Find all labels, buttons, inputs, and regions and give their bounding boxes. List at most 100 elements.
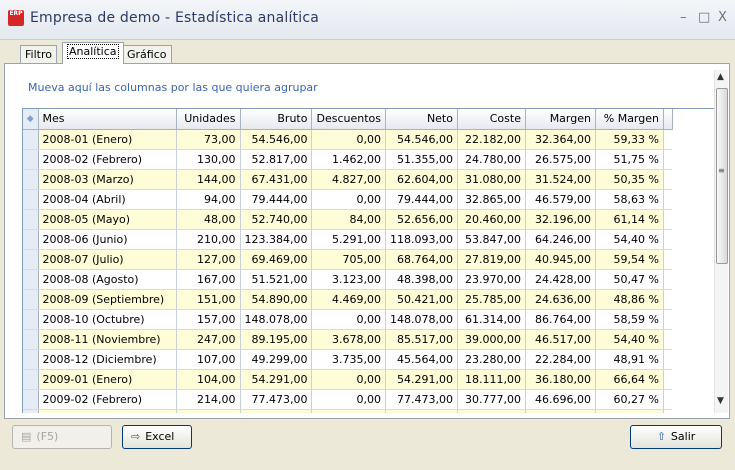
column-header-6[interactable]: Margen — [525, 109, 596, 130]
table-cell-filler — [663, 329, 673, 350]
row-selector[interactable] — [23, 169, 39, 190]
table-cell-filler — [663, 369, 673, 390]
row-selector[interactable] — [23, 369, 39, 390]
table-cell: 24.428,00 — [525, 269, 596, 290]
table-cell: 54,40 % — [595, 329, 664, 350]
column-header-7[interactable]: % Margen — [595, 109, 664, 130]
table-row[interactable]: 2008-09 (Septiembre) 151,00 54.890,00 4.469… — [23, 289, 673, 310]
table-cell: 148.078,00 — [240, 309, 313, 330]
table-cell: 48,91 % — [595, 349, 664, 370]
window-title: Empresa de demo - Estadística analítica — [30, 10, 320, 26]
minimize-icon[interactable]: – — [680, 10, 687, 25]
table-row[interactable]: 2009-01 (Enero) 104,00 54.291,00 0,00 54.291… — [23, 369, 673, 390]
tab-analitica[interactable]: Analítica — [62, 42, 124, 64]
table-row[interactable]: 2008-12 (Diciembre) 107,00 49.299,00 3.735,… — [23, 349, 673, 370]
row-selector[interactable] — [23, 249, 39, 270]
table-cell: 2008-02 (Febrero) — [38, 149, 177, 170]
table-cell: 46.517,00 — [525, 329, 596, 350]
table-cell-filler — [663, 389, 673, 410]
row-selector[interactable] — [23, 269, 39, 290]
row-selector[interactable] — [23, 409, 39, 413]
row-selector[interactable] — [23, 189, 39, 210]
maximize-icon[interactable]: □ — [698, 10, 710, 25]
table-row[interactable]: 2008-08 (Agosto) 167,00 51.521,00 3.123,00 4… — [23, 269, 673, 290]
table-cell: 58,63 % — [595, 189, 664, 210]
table-cell: 61.314,00 — [457, 309, 526, 330]
salir-button[interactable]: ⇧ Salir — [630, 425, 722, 449]
table-row[interactable]: 2008-06 (Junio) 210,00 123.384,00 5.291,00 1… — [23, 229, 673, 250]
table-cell: 54,40 % — [595, 229, 664, 250]
column-header-4[interactable]: Neto — [385, 109, 458, 130]
table-cell: 23.970,00 — [457, 269, 526, 290]
table-cell: 54.546,00 — [385, 129, 458, 150]
table-cell: 28.617,00 — [457, 409, 526, 413]
table-row[interactable]: 2008-02 (Febrero) 130,00 52.817,00 1.462,00… — [23, 149, 673, 170]
row-selector[interactable] — [23, 309, 39, 330]
table-cell: 144,00 — [176, 169, 241, 190]
row-selector[interactable] — [23, 229, 39, 250]
scroll-up-icon[interactable]: ▲ — [717, 72, 724, 82]
app-logo-icon: ERP — [8, 10, 24, 26]
exit-icon: ⇧ — [656, 430, 666, 443]
table-cell: 84,00 — [311, 209, 386, 230]
table-cell: 118.093,00 — [385, 229, 458, 250]
table-cell-filler — [663, 309, 673, 330]
tab-filtro[interactable]: Filtro — [20, 45, 57, 64]
row-selector[interactable] — [23, 389, 39, 410]
row-selector[interactable] — [23, 149, 39, 170]
close-icon[interactable]: X — [718, 10, 727, 25]
table-cell: 4.827,00 — [311, 169, 386, 190]
table-cell: 705,00 — [311, 249, 386, 270]
row-selector[interactable] — [23, 329, 39, 350]
table-row[interactable]: 2008-03 (Marzo) 144,00 67.431,00 4.827,00 62… — [23, 169, 673, 190]
table-cell: 24.780,00 — [457, 149, 526, 170]
table-row[interactable]: 2008-01 (Enero) 73,00 54.546,00 0,00 54.546,… — [23, 129, 673, 150]
vertical-scrollbar[interactable]: ▲ ≡ ▼ — [714, 70, 728, 413]
table-cell: 2008-11 (Noviembre) — [38, 329, 177, 350]
table-row[interactable]: 2009-03 (Marzo)209,0074.753,00651,0074.1… — [23, 409, 673, 413]
row-selector[interactable] — [23, 129, 39, 150]
row-selector[interactable] — [23, 349, 39, 370]
table-cell: 36.180,00 — [525, 369, 596, 390]
table-cell: 107,00 — [176, 349, 241, 370]
scroll-down-icon[interactable]: ▼ — [717, 396, 724, 406]
column-header-3[interactable]: Descuentos — [311, 109, 386, 130]
table-cell: 214,00 — [176, 389, 241, 410]
column-header-1[interactable]: Unidades — [176, 109, 241, 130]
table-row[interactable]: 2008-11 (Noviembre) 247,00 89.195,00 3.678,… — [23, 329, 673, 350]
scroll-thumb[interactable] — [716, 88, 728, 264]
tab-grafico[interactable]: Gráfico — [122, 45, 172, 64]
table-row[interactable]: 2008-04 (Abril) 94,00 79.444,00 0,00 79.444,… — [23, 189, 673, 210]
table-cell: 2008-06 (Junio) — [38, 229, 177, 250]
calculator-icon: ▤ — [21, 430, 32, 443]
table-cell: 2009-01 (Enero) — [38, 369, 177, 390]
table-cell: 77.473,00 — [240, 389, 313, 410]
title-bar: ERP Empresa de demo - Estadística analít… — [0, 0, 735, 40]
status-strip — [0, 452, 735, 468]
table-cell: 52.817,00 — [240, 149, 313, 170]
table-row[interactable]: 2008-10 (Octubre) 157,00 148.078,00 0,00 148… — [23, 309, 673, 330]
table-cell: 209,00 — [176, 409, 241, 413]
table-cell: 104,00 — [176, 369, 241, 390]
table-row[interactable]: 2009-02 (Febrero) 214,00 77.473,00 0,00 77.4… — [23, 389, 673, 410]
row-selector[interactable] — [23, 209, 39, 230]
table-cell: 2008-12 (Diciembre) — [38, 349, 177, 370]
table-cell: 59,33 % — [595, 129, 664, 150]
column-header-2[interactable]: Bruto — [240, 109, 313, 130]
table-row[interactable]: 2008-05 (Mayo) 48,00 52.740,00 84,00 52.656,… — [23, 209, 673, 230]
table-cell: 31.524,00 — [525, 169, 596, 190]
row-selector[interactable] — [23, 289, 39, 310]
excel-button[interactable]: ⇨ Excel — [122, 425, 192, 449]
table-cell: 32.865,00 — [457, 189, 526, 210]
column-header-5[interactable]: Coste — [457, 109, 526, 130]
select-all-icon[interactable]: ◆ — [23, 109, 39, 130]
table-cell: 79.444,00 — [385, 189, 458, 210]
group-by-area[interactable]: Mueva aquí las columnas por las que quie… — [22, 70, 708, 106]
table-cell: 51,75 % — [595, 149, 664, 170]
table-cell: 2008-07 (Julio) — [38, 249, 177, 270]
column-header-0[interactable]: Mes — [38, 109, 177, 130]
table-row[interactable]: 2008-07 (Julio) 127,00 69.469,00 705,00 68.7… — [23, 249, 673, 270]
calcular-button[interactable]: ▤(F5) Calcular — [12, 425, 112, 465]
table-cell: 54.291,00 — [385, 369, 458, 390]
table-cell-filler — [663, 209, 673, 230]
